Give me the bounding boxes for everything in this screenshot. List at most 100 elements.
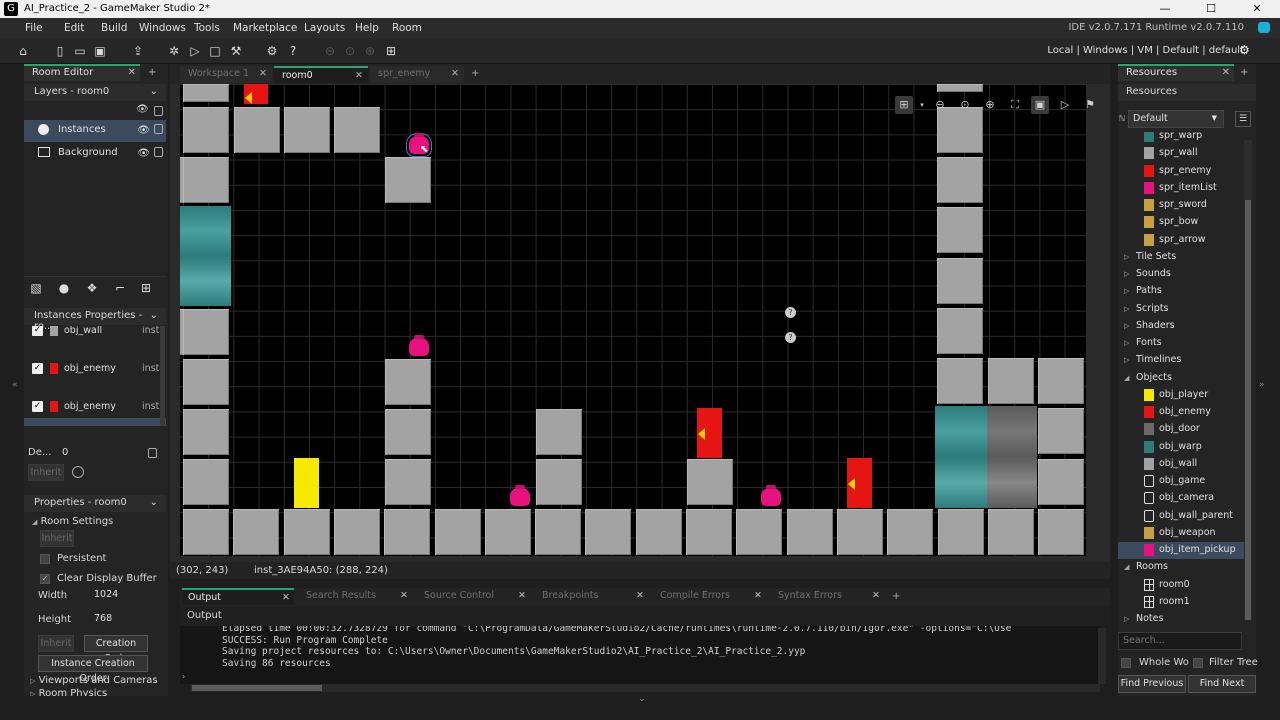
menu-file[interactable]: File [25,22,43,34]
close-tab-icon[interactable]: ✕ [259,68,267,79]
expand-triangle-icon[interactable]: ▷ [1124,270,1129,278]
save-project-icon[interactable]: ▣ [92,43,108,59]
wall-instance[interactable] [1038,509,1085,555]
menu-edit[interactable]: Edit [64,22,84,34]
lock-icon[interactable] [154,106,163,116]
add-tab-icon[interactable]: + [1240,67,1248,78]
close-tab-icon[interactable]: ✕ [518,590,526,601]
chevron-down-icon[interactable]: ⌄ [150,497,158,508]
expand-triangle-icon[interactable]: ▷ [1124,287,1129,295]
zoom-out-icon[interactable]: ⊖ [931,96,949,114]
tab-workspace[interactable]: Workspace 1 ✕ [180,66,272,83]
clear-display-checkbox[interactable]: ✓ [40,574,50,584]
clean-icon[interactable]: ⚒ [228,43,244,59]
output-console[interactable]: Elapsed time 00:00:32.7328729 for comman… [180,626,1100,684]
add-instance-layer-icon[interactable]: ● [56,280,72,296]
unknown-sprite-icon[interactable]: ? [785,307,796,318]
find-previous-button[interactable]: Find Previous [1118,675,1186,693]
wall-instance[interactable] [384,509,431,555]
chevron-down-icon[interactable]: ⌄ [150,86,158,97]
close-tab-icon[interactable]: ✕ [355,70,363,81]
add-path-layer-icon[interactable]: ⌐ [112,280,128,296]
tab-room0[interactable]: room0 ✕ [274,66,368,83]
maximize-button[interactable]: ☐ [1188,0,1234,18]
expand-triangle-icon[interactable]: ▷ [1124,615,1129,623]
tree-item[interactable]: spr_enemy [1118,163,1244,180]
checkbox[interactable]: ✓ [32,401,43,412]
menu-tools[interactable]: Tools [194,22,220,34]
tree-item[interactable]: spr_itemList [1118,180,1244,197]
wall-instance[interactable] [183,157,229,203]
tree-item[interactable]: obj_door [1118,421,1244,438]
resources-tab[interactable]: Resources ✕ [1118,64,1234,81]
export-icon[interactable]: ⇪ [130,43,146,59]
tree-item[interactable]: spr_arrow [1118,232,1244,249]
link-icon[interactable] [72,466,84,478]
chevron-down-icon[interactable]: ▾ [913,96,931,114]
close-tab-icon[interactable]: ✕ [282,592,290,603]
output-vscrollbar[interactable] [1098,628,1106,684]
room-physics-group[interactable]: ▷ Room Physics [30,688,107,696]
unknown-sprite-icon[interactable]: ? [785,332,796,343]
collapse-down-icon[interactable]: ⌄ [638,694,646,704]
grid-icon[interactable]: ⊞ [383,43,399,59]
expand-triangle-icon[interactable]: ◢ [1124,374,1129,382]
wall-instance[interactable] [385,157,431,203]
wall-instance[interactable] [385,359,431,405]
find-next-button[interactable]: Find Next [1188,675,1256,693]
zoom-reset-icon[interactable]: ⊙ [342,43,358,59]
tree-item[interactable]: ▷ Fonts [1118,335,1244,352]
room-settings-group[interactable]: ◢ Room Settings [32,516,113,527]
enemy-instance[interactable] [244,84,268,104]
scrollbar-thumb[interactable] [1245,200,1251,620]
wall-instance[interactable] [937,207,983,253]
wall-instance[interactable] [937,157,983,203]
eye-icon[interactable]: 👁 [137,125,150,136]
tree-item[interactable]: obj_weapon [1118,525,1244,542]
tree-item[interactable]: ◢ Rooms [1118,559,1244,576]
wall-instance[interactable] [234,107,280,153]
enemy-instance[interactable] [847,458,872,508]
inherit-code-button[interactable]: Inherit [38,635,74,652]
lock-icon[interactable] [154,147,163,157]
tree-item[interactable]: ▷ Tile Sets [1118,249,1244,266]
wall-instance[interactable] [183,359,229,405]
tree-item[interactable]: obj_game [1118,473,1244,490]
wall-instance[interactable] [283,509,330,555]
minimize-button[interactable]: — [1142,0,1188,18]
eye-icon[interactable]: 👁 [136,104,149,115]
tree-item[interactable]: obj_wall_parent [1118,508,1244,525]
wall-instance[interactable] [385,459,431,505]
tree-item[interactable]: ▷ Shaders [1118,318,1244,335]
tree-item[interactable]: obj_item_pickup [1118,542,1244,560]
expand-triangle-icon[interactable]: ▷ [1124,322,1129,330]
filter-tree-checkbox[interactable] [1193,658,1203,668]
layer-background[interactable]: Background 👁 [24,143,166,165]
close-tab-icon[interactable]: ✕ [1222,67,1230,78]
wall-instance[interactable] [183,459,229,505]
wall-instance[interactable] [585,509,632,555]
wall-instance[interactable] [988,358,1034,404]
open-project-icon[interactable]: ▭ [72,43,88,59]
wall-instance[interactable] [484,509,531,555]
close-tab-icon[interactable]: ✕ [872,590,880,601]
stop-icon[interactable]: □ [207,43,223,59]
expand-triangle-icon[interactable]: ▷ [1124,356,1129,364]
home-icon[interactable]: ⌂ [15,43,31,59]
wall-instance[interactable] [334,107,380,153]
tree-item[interactable]: spr_warp [1118,132,1244,145]
tree-item[interactable]: obj_warp [1118,439,1244,456]
add-tab-icon[interactable]: + [892,591,900,602]
list-item[interactable]: ✓ obj_wall inst [24,326,166,341]
right-collapse-icon[interactable]: » [1259,380,1265,390]
wall-instance[interactable] [385,409,431,455]
expand-triangle-icon[interactable]: ▷ [1124,305,1129,313]
inherit-layer-button[interactable]: Inherit [28,464,64,481]
wall-instance[interactable] [937,358,983,404]
wall-instance[interactable] [937,258,983,304]
list-item[interactable]: ✓ obj_enemy inst [24,360,166,379]
tree-item[interactable]: spr_bow [1118,214,1244,231]
expand-triangle-icon[interactable]: ◢ [1124,563,1129,571]
wall-instance[interactable] [1038,358,1084,404]
wall-instance[interactable] [183,309,229,355]
